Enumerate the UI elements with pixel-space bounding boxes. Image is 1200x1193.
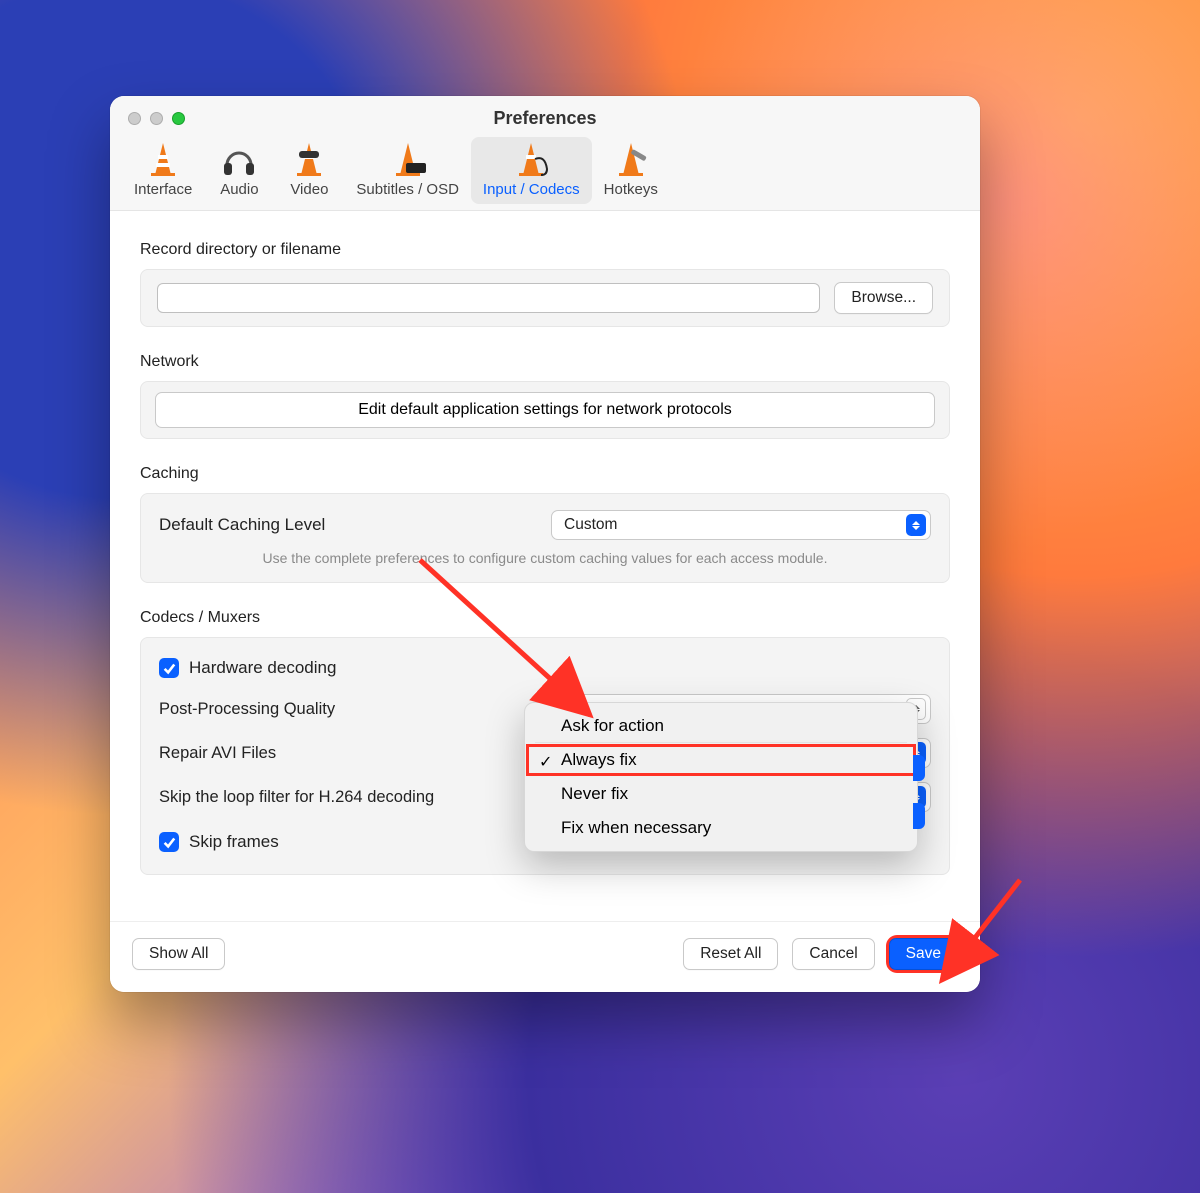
hardware-decoding-checkbox[interactable] bbox=[159, 658, 179, 678]
tab-interface[interactable]: Interface bbox=[122, 137, 204, 204]
cone-tools-icon bbox=[608, 141, 654, 177]
headphones-icon bbox=[216, 141, 262, 177]
menu-item-label: Never fix bbox=[561, 784, 628, 804]
annotation-arrow-save bbox=[900, 870, 1040, 1015]
record-panel: Browse... bbox=[140, 269, 950, 327]
tab-input-codecs[interactable]: Input / Codecs bbox=[471, 137, 592, 204]
reset-all-button[interactable]: Reset All bbox=[683, 938, 778, 970]
tab-label: Interface bbox=[134, 181, 192, 198]
tab-label: Video bbox=[290, 181, 328, 198]
tab-audio[interactable]: Audio bbox=[204, 137, 274, 204]
window-toolbar: Preferences Interface Audio Video bbox=[110, 96, 980, 211]
caching-level-value: Custom bbox=[564, 516, 617, 534]
show-all-button[interactable]: Show All bbox=[132, 938, 225, 970]
cone-cable-icon bbox=[508, 141, 554, 177]
tab-label: Audio bbox=[220, 181, 258, 198]
record-path-input[interactable] bbox=[157, 283, 820, 313]
cone-board-icon bbox=[385, 141, 431, 177]
tab-label: Subtitles / OSD bbox=[356, 181, 459, 198]
caching-section-label: Caching bbox=[140, 465, 950, 483]
record-section-label: Record directory or filename bbox=[140, 241, 950, 259]
network-section-label: Network bbox=[140, 353, 950, 371]
menu-item-never-fix[interactable]: Never fix bbox=[525, 777, 917, 811]
browse-button[interactable]: Browse... bbox=[834, 282, 933, 314]
post-processing-label: Post-Processing Quality bbox=[159, 700, 335, 719]
preferences-footer: Show All Reset All Cancel Save bbox=[110, 921, 980, 992]
preferences-window: Preferences Interface Audio Video bbox=[110, 96, 980, 992]
check-icon bbox=[162, 835, 176, 849]
close-window-button[interactable] bbox=[128, 112, 141, 125]
select-stepper-icon bbox=[913, 755, 925, 781]
skip-frames-checkbox[interactable] bbox=[159, 832, 179, 852]
caching-level-label: Default Caching Level bbox=[159, 515, 325, 535]
tab-hotkeys[interactable]: Hotkeys bbox=[592, 137, 670, 204]
window-traffic-lights bbox=[128, 112, 185, 125]
zoom-window-button[interactable] bbox=[172, 112, 185, 125]
hardware-decoding-label: Hardware decoding bbox=[189, 658, 336, 678]
menu-item-label: Fix when necessary bbox=[561, 818, 711, 838]
tab-subtitles[interactable]: Subtitles / OSD bbox=[344, 137, 471, 204]
menu-item-fix-when-necessary[interactable]: Fix when necessary bbox=[525, 811, 917, 845]
toolbar-tabs: Interface Audio Video Subtitles / OSD bbox=[110, 137, 980, 210]
loop-filter-label: Skip the loop filter for H.264 decoding bbox=[159, 788, 434, 807]
cone-glasses-icon bbox=[286, 141, 332, 177]
caching-level-select[interactable]: Custom bbox=[551, 510, 931, 540]
cancel-button[interactable]: Cancel bbox=[792, 938, 874, 970]
skip-frames-label: Skip frames bbox=[189, 832, 279, 852]
annotation-arrow-menu bbox=[410, 550, 650, 755]
repair-avi-label: Repair AVI Files bbox=[159, 744, 276, 763]
edit-network-protocols-button[interactable]: Edit default application settings for ne… bbox=[155, 392, 935, 428]
minimize-window-button[interactable] bbox=[150, 112, 163, 125]
window-title: Preferences bbox=[110, 106, 980, 137]
select-stepper-icon bbox=[906, 514, 926, 536]
tab-video[interactable]: Video bbox=[274, 137, 344, 204]
tab-label: Input / Codecs bbox=[483, 181, 580, 198]
cone-icon bbox=[140, 141, 186, 177]
select-stepper-icon bbox=[913, 803, 925, 829]
tab-label: Hotkeys bbox=[604, 181, 658, 198]
check-icon bbox=[162, 661, 176, 675]
check-icon: ✓ bbox=[539, 752, 552, 772]
network-panel: Edit default application settings for ne… bbox=[140, 381, 950, 439]
